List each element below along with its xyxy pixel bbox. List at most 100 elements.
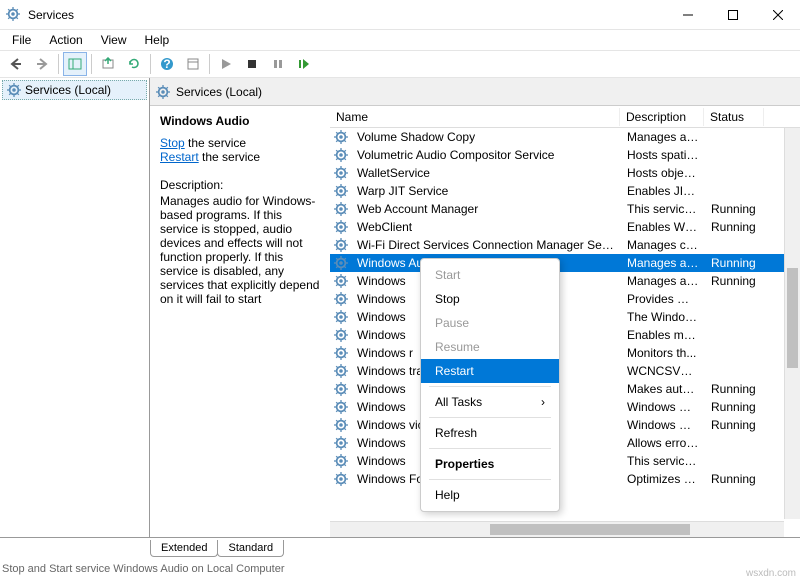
service-row[interactable]: Volumetric Audio Compositor ServiceHosts… [330,146,800,164]
service-row[interactable]: Windows rMonitors th... [330,344,800,362]
toolbar-separator [209,54,210,74]
show-hide-tree-button[interactable] [63,52,87,76]
service-name-cell: WebClient [351,220,621,234]
service-row[interactable]: Windows viceWindows En...Running [330,416,800,434]
service-icon [334,346,348,360]
stop-service-button[interactable] [240,52,264,76]
service-status-cell: Running [705,472,765,486]
menu-item-restart[interactable]: Restart [421,359,559,383]
service-desc-cell: This service i... [621,202,705,216]
menu-item-pause: Pause [421,311,559,335]
menu-divider [429,386,551,387]
pause-service-button[interactable] [266,52,290,76]
service-row[interactable]: WindowsEnables mul... [330,326,800,344]
service-icon [334,148,348,162]
service-row[interactable]: WindowsMakes auto...Running [330,380,800,398]
view-tabs: Extended Standard [150,540,283,557]
service-row[interactable]: WalletServiceHosts object... [330,164,800,182]
vertical-scrollbar[interactable] [784,128,800,519]
service-row[interactable]: WindowsProvides Wi... [330,290,800,308]
menu-item-start: Start [421,263,559,287]
service-status-cell: Running [705,400,765,414]
menu-action[interactable]: Action [41,31,90,49]
properties-button[interactable] [181,52,205,76]
stop-link[interactable]: Stop [160,136,185,150]
app-icon [6,7,22,23]
submenu-arrow-icon: › [541,395,545,409]
service-row[interactable]: WindowsAllows errors... [330,434,800,452]
service-row[interactable]: WindowsThis service ... [330,452,800,470]
back-button[interactable] [4,52,28,76]
menu-item-stop[interactable]: Stop [421,287,559,311]
toolbar-separator [150,54,151,74]
restart-link[interactable]: Restart [160,150,199,164]
menu-item-properties[interactable]: Properties [421,452,559,476]
column-status[interactable]: Status [704,108,764,126]
service-row[interactable]: WebClientEnables Win...Running [330,218,800,236]
menu-file[interactable]: File [4,31,39,49]
menu-view[interactable]: View [93,31,135,49]
menu-item-all-tasks[interactable]: All Tasks› [421,390,559,414]
service-desc-cell: Windows De... [621,400,705,414]
service-row[interactable]: Windows AudioManages au...Running [330,254,800,272]
service-status-cell: Running [705,220,765,234]
menu-help[interactable]: Help [137,31,178,49]
tree-root-item[interactable]: Services (Local) [2,80,147,100]
service-desc-cell: Provides Wi... [621,292,705,306]
service-desc-cell: Manages an... [621,130,705,144]
service-row[interactable]: Web Account ManagerThis service i...Runn… [330,200,800,218]
service-icon [334,184,348,198]
refresh-button[interactable] [122,52,146,76]
minimize-button[interactable] [665,0,710,30]
export-button[interactable] [96,52,120,76]
service-row[interactable]: WindowsWindows De...Running [330,398,800,416]
column-name[interactable]: Name [330,108,620,126]
service-row[interactable]: WindowsManages au...Running [330,272,800,290]
service-desc-cell: Manages au... [621,274,705,288]
menu-item-refresh[interactable]: Refresh [421,421,559,445]
service-row[interactable]: Warp JIT ServiceEnables JIT c... [330,182,800,200]
service-row[interactable]: WindowsThe Window... [330,308,800,326]
horizontal-scrollbar[interactable] [330,521,784,537]
watermark: wsxdn.com [746,568,796,579]
service-desc-cell: Manages co... [621,238,705,252]
menu-item-help[interactable]: Help [421,483,559,507]
menu-divider [429,448,551,449]
service-status-cell: Running [705,418,765,432]
service-status-cell: Running [705,274,765,288]
restart-service-button[interactable] [292,52,316,76]
service-name-cell: Wi-Fi Direct Services Connection Manager… [351,238,621,252]
services-list: Name Description Status Volume Shadow Co… [330,106,800,537]
service-row[interactable]: Windows Font Cache ServiceOptimizes p...… [330,470,800,488]
service-icon [334,274,348,288]
help-button[interactable]: ? [155,52,179,76]
toolbar-separator [58,54,59,74]
forward-button[interactable] [30,52,54,76]
scrollbar-thumb[interactable] [787,268,798,368]
detail-panel: Windows Audio Stop the service Restart t… [150,106,330,537]
list-header: Name Description Status [330,106,800,128]
tab-extended[interactable]: Extended [150,540,218,557]
start-service-button[interactable] [214,52,238,76]
service-icon [334,436,348,450]
service-desc-cell: Windows En... [621,418,705,432]
scrollbar-thumb[interactable] [490,524,690,535]
service-name-cell: Warp JIT Service [351,184,621,198]
service-status-cell: Running [705,382,765,396]
service-row[interactable]: Windows trarWCNCSVC h... [330,362,800,380]
content-header-label: Services (Local) [176,85,262,99]
menu-item-resume: Resume [421,335,559,359]
close-button[interactable] [755,0,800,30]
service-desc-cell: WCNCSVC h... [621,364,705,378]
service-row[interactable]: Wi-Fi Direct Services Connection Manager… [330,236,800,254]
service-icon [334,454,348,468]
service-row[interactable]: Volume Shadow CopyManages an... [330,128,800,146]
tab-standard[interactable]: Standard [217,540,284,557]
service-icon [334,220,348,234]
maximize-button[interactable] [710,0,755,30]
service-icon [334,130,348,144]
service-icon [334,364,348,378]
column-description[interactable]: Description [620,108,704,126]
service-name-cell: Web Account Manager [351,202,621,216]
service-icon [334,328,348,342]
